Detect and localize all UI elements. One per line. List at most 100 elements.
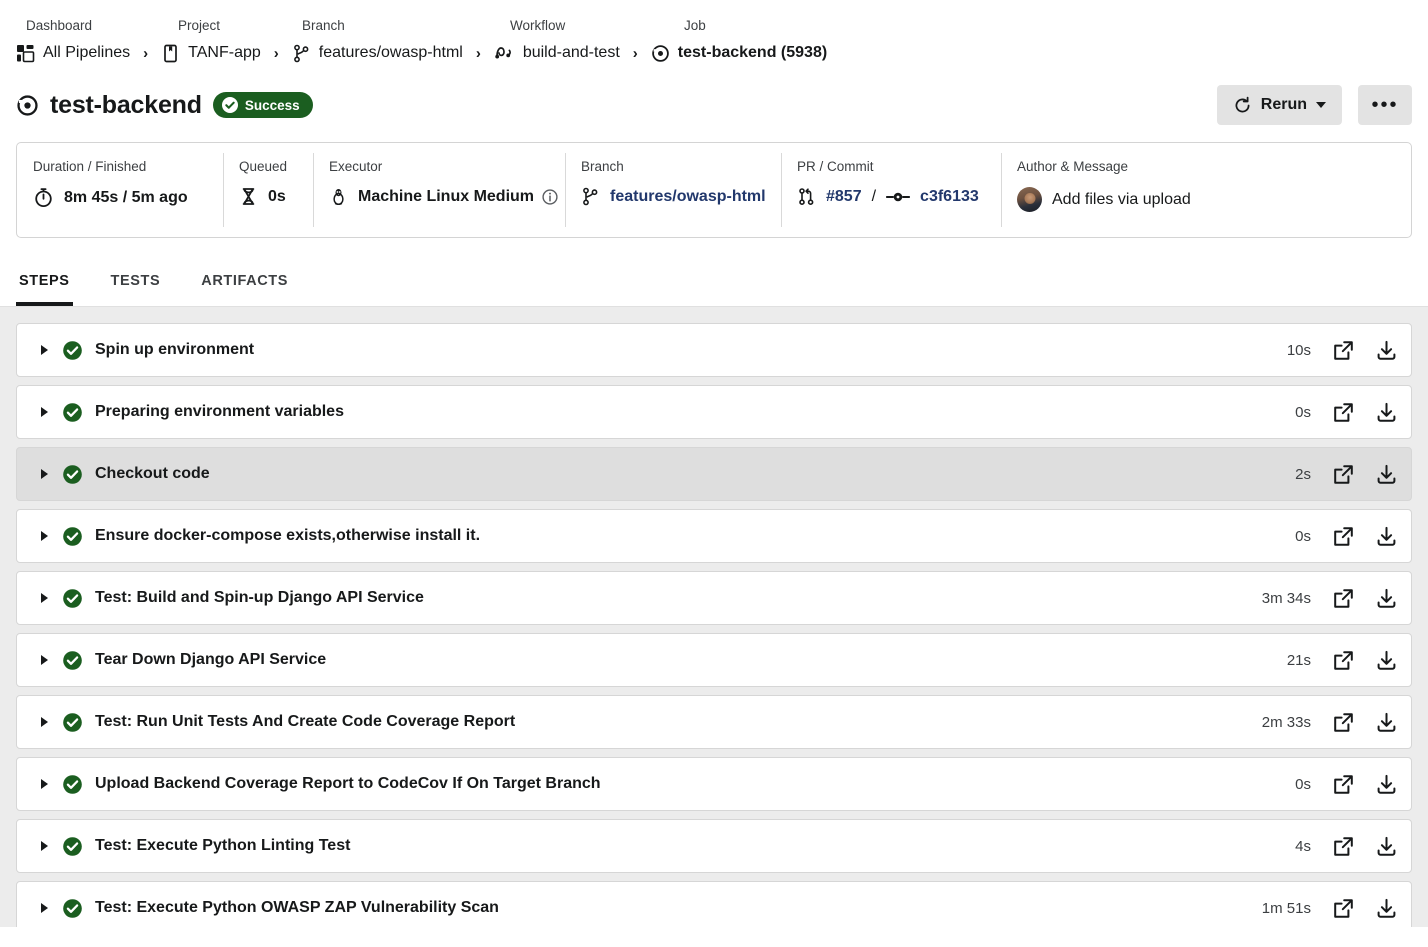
download-icon[interactable] [1376, 526, 1397, 547]
check-circle-icon [62, 650, 83, 671]
tab-tests[interactable]: TESTS [108, 260, 164, 306]
rerun-button[interactable]: Rerun [1216, 85, 1342, 125]
summary-queued-value: 0s [268, 187, 286, 205]
external-link-icon[interactable] [1333, 340, 1354, 361]
rerun-button-label: Rerun [1260, 96, 1307, 113]
expand-arrow-icon[interactable] [41, 903, 48, 913]
check-circle-icon [62, 402, 83, 423]
external-link-icon[interactable] [1333, 402, 1354, 423]
step-name: Test: Execute Python OWASP ZAP Vulnerabi… [95, 899, 499, 916]
step-name: Test: Build and Spin-up Django API Servi… [95, 589, 424, 606]
breadcrumb-item-project[interactable]: TANF-app [161, 43, 261, 63]
expand-arrow-icon[interactable] [41, 779, 48, 789]
step-duration: 0s [1295, 527, 1311, 545]
summary-pr-link[interactable]: #857 [826, 188, 862, 206]
step-row[interactable]: Test: Execute Python Linting Test 4s [16, 819, 1412, 873]
check-circle-icon [62, 464, 83, 485]
status-badge-label: Success [244, 97, 300, 113]
job-details-page: Dashboard Project Branch Workflow Job Al… [0, 0, 1428, 947]
step-row[interactable]: Upload Backend Coverage Report to CodeCo… [16, 757, 1412, 811]
breadcrumb-trail: All Pipelines › TANF-app › features/owas… [16, 38, 1412, 68]
linux-penguin-icon [329, 187, 348, 206]
page-title: test-backend [50, 90, 202, 119]
breadcrumb-item-job[interactable]: test-backend (5938) [651, 43, 827, 63]
step-row[interactable]: Tear Down Django API Service 21s [16, 633, 1412, 687]
download-icon[interactable] [1376, 464, 1397, 485]
step-actions: 0s [1253, 526, 1397, 547]
download-icon[interactable] [1376, 898, 1397, 919]
job-header-left: test-backend Success [16, 91, 313, 120]
external-link-icon[interactable] [1333, 712, 1354, 733]
job-icon [16, 94, 39, 117]
more-options-button[interactable]: ••• [1358, 85, 1412, 125]
breadcrumb-item-all-pipelines[interactable]: All Pipelines [16, 43, 130, 63]
expand-arrow-icon[interactable] [41, 841, 48, 851]
step-actions: 2s [1253, 464, 1397, 485]
step-name: Checkout code [95, 465, 210, 482]
job-header-actions: Rerun ••• [1216, 85, 1412, 125]
status-badge: Success [212, 92, 313, 118]
summary-commit-label: PR / Commit [797, 159, 874, 174]
breadcrumb-separator: › [273, 44, 279, 62]
expand-arrow-icon[interactable] [41, 531, 48, 541]
external-link-icon[interactable] [1333, 588, 1354, 609]
external-link-icon[interactable] [1333, 898, 1354, 919]
step-name: Test: Execute Python Linting Test [95, 837, 351, 854]
expand-arrow-icon[interactable] [41, 717, 48, 727]
summary-duration-value-row: 8m 45s / 5m ago [17, 187, 223, 208]
expand-arrow-icon[interactable] [41, 593, 48, 603]
breadcrumb-text: build-and-test [522, 44, 620, 61]
download-icon[interactable] [1376, 340, 1397, 361]
breadcrumb-item-workflow[interactable]: build-and-test [494, 43, 620, 63]
step-row[interactable]: Preparing environment variables 0s [16, 385, 1412, 439]
step-row[interactable]: Ensure docker-compose exists,otherwise i… [16, 509, 1412, 563]
avatar [1017, 187, 1042, 212]
step-actions: 0s [1253, 774, 1397, 795]
check-circle-icon [62, 898, 83, 919]
download-icon[interactable] [1376, 588, 1397, 609]
download-icon[interactable] [1376, 402, 1397, 423]
expand-arrow-icon[interactable] [41, 655, 48, 665]
tab-steps[interactable]: STEPS [16, 260, 73, 306]
step-name: Ensure docker-compose exists,otherwise i… [95, 527, 481, 544]
expand-arrow-icon[interactable] [41, 345, 48, 355]
breadcrumb-label-job: Job [684, 18, 706, 33]
external-link-icon[interactable] [1333, 464, 1354, 485]
summary-executor-value: Machine Linux Medium [358, 187, 535, 205]
step-actions: 3m 34s [1253, 588, 1397, 609]
refresh-icon [1233, 96, 1252, 115]
summary-commit-link[interactable]: c3f6133 [920, 188, 979, 206]
step-row[interactable]: Test: Build and Spin-up Django API Servi… [16, 571, 1412, 625]
download-icon[interactable] [1376, 836, 1397, 857]
breadcrumb-item-branch[interactable]: features/owasp-html [292, 43, 463, 63]
step-actions: 1m 51s [1253, 898, 1397, 919]
step-row[interactable]: Test: Run Unit Tests And Create Code Cov… [16, 695, 1412, 749]
check-circle-icon [221, 97, 238, 113]
step-row[interactable]: Spin up environment 10s [16, 323, 1412, 377]
step-duration: 3m 34s [1261, 589, 1311, 607]
branch-icon [292, 44, 311, 63]
expand-arrow-icon[interactable] [41, 469, 48, 479]
breadcrumb-text: features/owasp-html [318, 44, 463, 61]
step-actions: 10s [1253, 340, 1397, 361]
external-link-icon[interactable] [1333, 774, 1354, 795]
step-duration: 10s [1286, 341, 1311, 359]
download-icon[interactable] [1376, 712, 1397, 733]
summary-commit-value-row: #857 / c3f6133 [781, 187, 1001, 206]
summary-branch-link[interactable]: features/owasp-html [610, 188, 766, 206]
step-row[interactable]: Checkout code 2s [16, 447, 1412, 501]
step-duration: 0s [1295, 775, 1311, 793]
expand-arrow-icon[interactable] [41, 407, 48, 417]
summary-duration-value: 8m 45s / 5m ago [64, 188, 188, 206]
external-link-icon[interactable] [1333, 650, 1354, 671]
external-link-icon[interactable] [1333, 836, 1354, 857]
external-link-icon[interactable] [1333, 526, 1354, 547]
summary-duration-label: Duration / Finished [33, 159, 147, 174]
tab-artifacts[interactable]: ARTIFACTS [198, 260, 291, 306]
download-icon[interactable] [1376, 774, 1397, 795]
download-icon[interactable] [1376, 650, 1397, 671]
breadcrumb-text: TANF-app [188, 44, 261, 61]
breadcrumb-separator: › [475, 44, 481, 62]
step-row[interactable]: Test: Execute Python OWASP ZAP Vulnerabi… [16, 881, 1412, 927]
info-circle-icon[interactable] [542, 188, 558, 205]
